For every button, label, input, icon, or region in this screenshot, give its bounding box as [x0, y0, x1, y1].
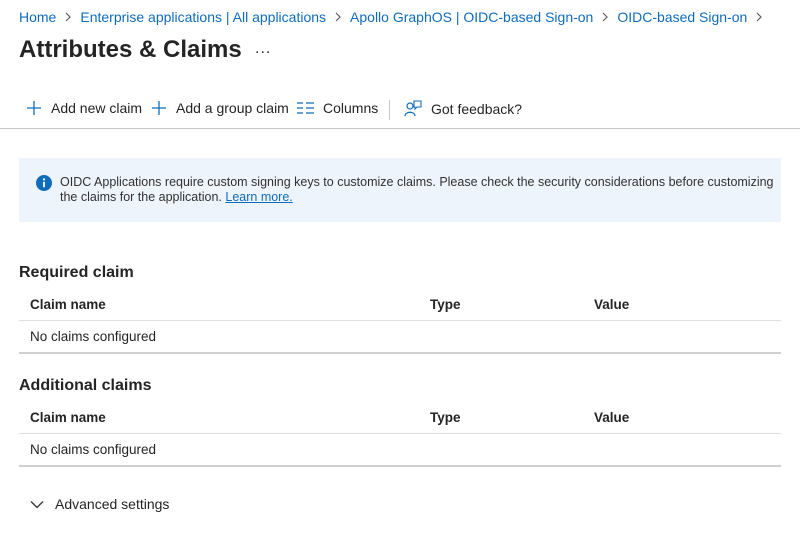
breadcrumb-oidc-sign-on[interactable]: OIDC-based Sign-on	[617, 9, 747, 25]
plus-icon	[152, 101, 166, 115]
feedback-icon	[404, 100, 422, 117]
additional-claims-table: Claim name Type Value No claims configur…	[19, 402, 781, 467]
table-row: No claims configured	[19, 434, 781, 467]
feedback-button[interactable]: Got feedback?	[404, 100, 522, 118]
empty-state-text: No claims configured	[30, 329, 157, 344]
chevron-down-icon	[30, 500, 44, 508]
more-options-icon[interactable]: ...	[255, 40, 271, 58]
column-header-value[interactable]: Value	[594, 410, 629, 425]
add-group-claim-button[interactable]: Add a group claim	[151, 100, 289, 116]
table-header-row: Claim name Type Value	[19, 402, 781, 434]
chevron-right-icon	[601, 12, 609, 22]
advanced-settings-label: Advanced settings	[55, 496, 170, 512]
info-message-text: OIDC Applications require custom signing…	[60, 175, 774, 204]
column-header-value[interactable]: Value	[594, 297, 629, 312]
required-claim-table: Claim name Type Value No claims configur…	[19, 289, 781, 354]
breadcrumb-apollo-graphos[interactable]: Apollo GraphOS | OIDC-based Sign-on	[350, 9, 593, 25]
add-new-claim-button[interactable]: Add new claim	[26, 100, 142, 116]
columns-button[interactable]: Columns	[297, 100, 378, 116]
command-bar: Add new claim Add a group claim Columns …	[0, 92, 800, 129]
breadcrumb-enterprise-applications[interactable]: Enterprise applications | All applicatio…	[80, 9, 326, 25]
table-row: No claims configured	[19, 321, 781, 354]
column-header-claim-name[interactable]: Claim name	[30, 297, 106, 312]
plus-icon	[27, 101, 41, 115]
required-claim-heading: Required claim	[19, 264, 134, 281]
columns-icon	[297, 102, 314, 114]
breadcrumb: Home Enterprise applications | All appli…	[19, 9, 771, 25]
page-title: Attributes & Claims	[19, 36, 242, 63]
advanced-settings-toggle[interactable]: Advanced settings	[30, 496, 169, 512]
columns-label: Columns	[323, 100, 379, 116]
add-new-claim-label: Add new claim	[51, 100, 143, 116]
additional-claims-heading: Additional claims	[19, 377, 152, 394]
breadcrumb-home[interactable]: Home	[19, 9, 56, 25]
table-header-row: Claim name Type Value	[19, 289, 781, 321]
column-header-type[interactable]: Type	[430, 410, 461, 425]
chevron-right-icon	[334, 12, 342, 22]
toolbar-divider	[389, 100, 390, 120]
column-header-claim-name[interactable]: Claim name	[30, 410, 106, 425]
info-message: OIDC Applications require custom signing…	[60, 175, 775, 205]
learn-more-link[interactable]: Learn more.	[225, 190, 292, 204]
chevron-right-icon	[64, 12, 72, 22]
empty-state-text: No claims configured	[30, 442, 157, 457]
chevron-right-icon	[755, 12, 763, 22]
feedback-label: Got feedback?	[431, 101, 523, 117]
info-message-bar: OIDC Applications require custom signing…	[19, 158, 781, 222]
info-icon	[36, 175, 52, 191]
add-group-claim-label: Add a group claim	[176, 100, 289, 116]
column-header-type[interactable]: Type	[430, 297, 461, 312]
